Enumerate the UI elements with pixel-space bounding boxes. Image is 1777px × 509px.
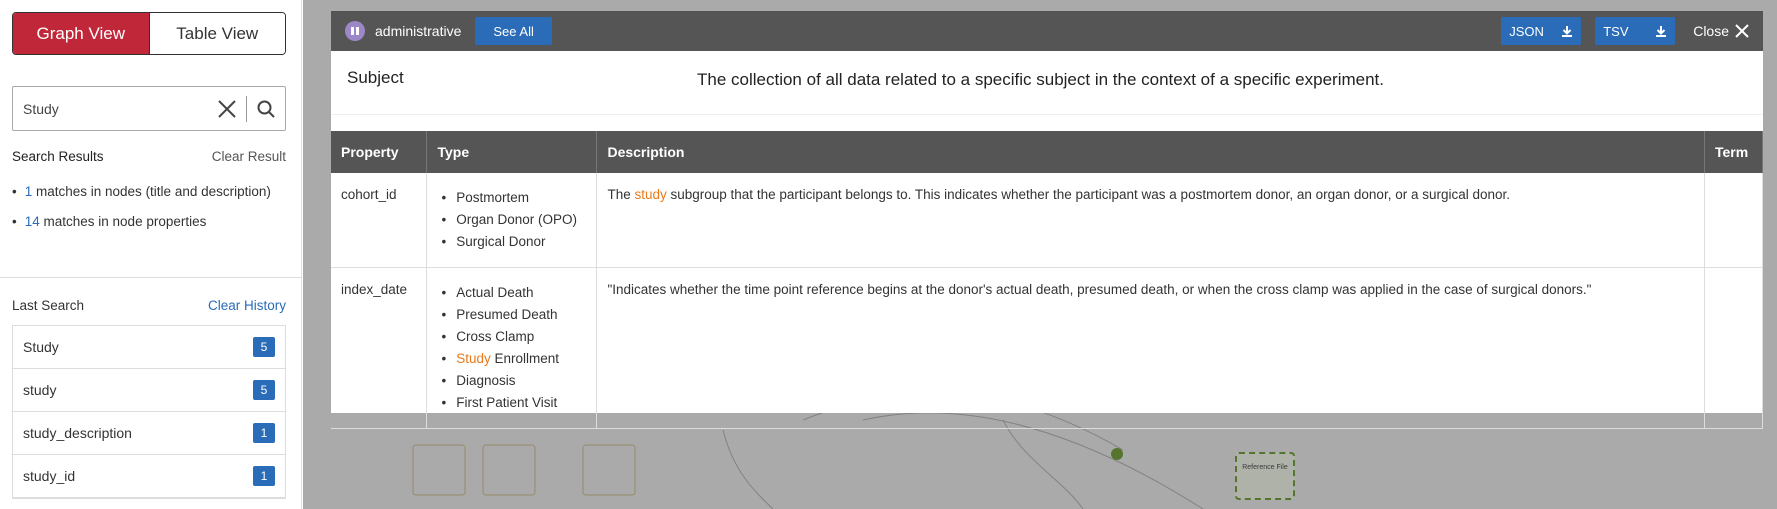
category-name: administrative <box>375 23 462 39</box>
type-value: First Patient Visit <box>437 392 586 414</box>
node-summary: Subject The collection of all data relat… <box>331 51 1763 115</box>
history-item[interactable]: study_id 1 <box>13 455 285 498</box>
json-label: JSON <box>1509 23 1544 39</box>
highlight-match: study <box>634 187 667 202</box>
history-item[interactable]: Study 5 <box>13 326 285 369</box>
type-value: Diagnosis <box>437 370 586 392</box>
graph-view-button[interactable]: Graph View <box>13 13 149 54</box>
property-cell: index_date <box>331 267 428 429</box>
history-item[interactable]: study 5 <box>13 369 285 412</box>
administrative-category-icon <box>345 21 365 41</box>
history-count-badge: 1 <box>253 423 275 443</box>
type-value: Surgical Donor <box>437 231 586 253</box>
highlight-match: Study <box>456 351 491 366</box>
table-row: cohort_id Postmortem Organ Donor (OPO) S… <box>331 173 1764 268</box>
desc-text: subgroup that the participant belongs to… <box>666 187 1511 202</box>
description-cell: The study subgroup that the participant … <box>596 173 1705 268</box>
history-term: Study <box>23 339 59 355</box>
last-search-header: Last Search Clear History <box>12 298 286 313</box>
search-results-list: 1 matches in nodes (title and descriptio… <box>12 181 286 241</box>
result-text: matches in nodes (title and description) <box>32 184 271 199</box>
column-header-type: Type <box>426 131 598 173</box>
history-count-badge: 5 <box>253 380 275 400</box>
history-count-badge: 5 <box>253 337 275 357</box>
see-all-button[interactable]: See All <box>475 17 552 45</box>
type-cell: Actual Death Presumed Death Cross Clamp … <box>426 267 598 429</box>
table-row: index_date Actual Death Presumed Death C… <box>331 267 1764 429</box>
result-item: 1 matches in nodes (title and descriptio… <box>12 181 286 203</box>
result-item: 14 matches in node properties <box>12 211 286 233</box>
history-term: study_description <box>23 425 132 441</box>
table-view-button[interactable]: Table View <box>148 13 285 54</box>
last-search-title: Last Search <box>12 298 85 313</box>
term-cell <box>1704 267 1764 429</box>
history-term: study_id <box>23 468 76 484</box>
node-description: The collection of all data related to a … <box>697 70 1384 89</box>
search-icon[interactable] <box>247 87 285 130</box>
term-cell <box>1704 173 1764 268</box>
download-icon <box>1656 26 1667 37</box>
history-term: study <box>23 382 57 398</box>
result-count-link[interactable]: 14 <box>25 214 40 229</box>
download-icon <box>1562 26 1573 37</box>
view-toggle: Graph View Table View <box>12 12 286 55</box>
type-value: Cross Clamp <box>437 326 586 348</box>
clear-history-button[interactable]: Clear History <box>208 298 286 313</box>
node-detail-modal: administrative See All JSON TSV Close Su… <box>331 11 1764 429</box>
desc-text: The <box>607 187 635 202</box>
history-item[interactable]: study_description 1 <box>13 412 285 455</box>
type-value: Study Enrollment <box>437 348 586 370</box>
type-value: Presumed Death <box>437 304 586 326</box>
clear-search-icon[interactable] <box>208 87 246 130</box>
column-header-description: Description <box>596 131 1705 173</box>
description-cell: "Indicates whether the time point refere… <box>596 267 1705 429</box>
modal-header: administrative See All JSON TSV Close <box>331 11 1763 51</box>
history-count-badge: 1 <box>253 466 275 486</box>
property-cell: cohort_id <box>331 173 428 268</box>
json-download-button[interactable]: JSON <box>1501 17 1582 45</box>
close-icon <box>1735 24 1749 38</box>
column-header-term: Term <box>1704 131 1764 173</box>
type-value: Postmortem <box>437 187 586 209</box>
column-header-property: Property <box>331 131 428 173</box>
type-value: Actual Death <box>437 282 586 304</box>
type-text: Enrollment <box>490 351 560 366</box>
properties-table: Property Type Description Term cohort_id… <box>331 131 1764 429</box>
close-label: Close <box>1693 23 1729 39</box>
result-text: matches in node properties <box>39 214 207 229</box>
tsv-label: TSV <box>1603 23 1629 39</box>
type-cell: Postmortem Organ Donor (OPO) Surgical Do… <box>426 173 598 268</box>
sidebar-divider <box>0 277 302 278</box>
search-input[interactable]: Study <box>13 101 208 117</box>
table-header-row: Property Type Description Term <box>331 131 1764 173</box>
search-results-header: Search Results Clear Result <box>12 149 286 164</box>
sidebar: Graph View Table View Study Search Resul… <box>0 0 302 509</box>
node-name: Subject <box>347 68 404 87</box>
type-value: Organ Donor (OPO) <box>437 209 586 231</box>
last-search-list: Study 5 study 5 study_description 1 stud… <box>12 325 286 499</box>
clear-result-button[interactable]: Clear Result <box>212 149 286 164</box>
search-box: Study <box>12 86 286 131</box>
search-results-title: Search Results <box>12 149 104 164</box>
tsv-download-button[interactable]: TSV <box>1595 17 1676 45</box>
close-button[interactable]: Close <box>1693 23 1749 39</box>
